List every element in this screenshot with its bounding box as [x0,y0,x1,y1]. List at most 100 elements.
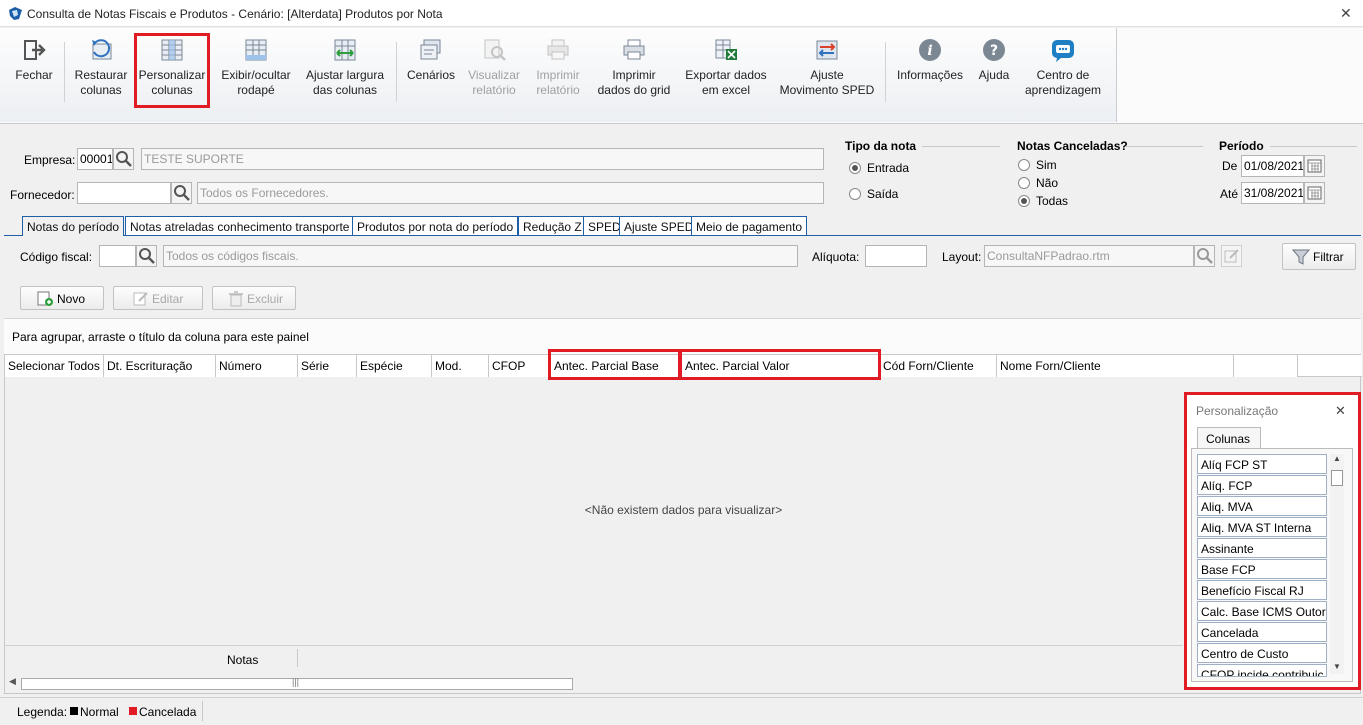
date-to-input[interactable]: 31/08/2021 [1241,182,1304,204]
svg-text:i: i [927,43,932,59]
column-header[interactable]: Dt. Escrituração [104,355,216,377]
column-header[interactable]: Série [298,355,357,377]
date-to-picker[interactable] [1304,182,1325,204]
date-from-input[interactable]: 01/08/2021 [1241,155,1304,177]
sim-radio[interactable] [1018,159,1030,171]
empresa-code-input[interactable]: 00001 [77,148,113,170]
list-item[interactable]: Base FCP [1197,559,1327,579]
column-header[interactable]: Selecionar Todos [5,355,104,377]
column-header-blank[interactable] [1234,355,1298,377]
tab-notas-periodo[interactable]: Notas do período [22,216,125,236]
novo-button[interactable]: Novo [20,286,104,310]
scroll-thumb[interactable]: ||| [21,677,573,690]
date-from-picker[interactable] [1304,155,1325,177]
column-header[interactable]: Nome Forn/Cliente [997,355,1234,377]
scroll-down-icon[interactable]: ▼ [1333,662,1341,671]
title-bar: Consulta de Notas Fiscais e Produtos - C… [0,0,1363,27]
codigo-fiscal-input[interactable] [99,245,136,267]
todas-radio[interactable] [1018,195,1030,207]
layout-edit-button[interactable] [1221,245,1242,267]
fornecedor-label: Fornecedor: [10,188,75,202]
legend-label: Legenda: [17,705,68,719]
grip-icon: ||| [292,677,300,687]
list-item[interactable]: Assinante [1197,538,1327,558]
nao-radio[interactable] [1018,177,1030,189]
fornecedor-name-field: Todos os Fornecedores. [197,182,824,204]
column-header[interactable]: Número [216,355,298,377]
aliquota-input[interactable] [865,245,927,267]
imprimir-rel-label-2: relatório [536,83,580,97]
tab-ajuste-sped[interactable]: Ajuste SPED [619,216,699,236]
exibir-rodape-button[interactable]: Exibir/ocultar rodapé [214,34,298,110]
excel-export-icon [715,39,737,60]
grid-footer: Notas [5,645,1183,669]
scroll-thumb[interactable] [1331,470,1343,486]
tab-meio-pagamento[interactable]: Meio de pagamento [691,216,808,236]
list-item[interactable]: Aliq. MVA ST Interna [1197,517,1327,537]
imprimir-relatorio-button[interactable]: Imprimir relatório [528,34,588,110]
fechar-button[interactable]: Fechar [8,34,60,110]
scroll-up-icon[interactable]: ▲ [1333,454,1341,463]
list-item[interactable]: Calc. Base ICMS Outorg [1197,601,1327,621]
horizontal-scrollbar[interactable]: ◀ ||| [5,673,1185,693]
ajustar-largura-button[interactable]: Ajustar largura das colunas [302,34,388,110]
saida-radio[interactable] [849,188,861,200]
fornecedor-search-button[interactable] [171,182,192,204]
codigo-search-button[interactable] [136,245,157,267]
highlight-antec-base [548,349,682,380]
edit-icon [1224,249,1239,263]
ajuda-button[interactable]: ? Ajuda [974,34,1014,110]
scroll-left-icon[interactable]: ◀ [9,676,16,687]
vertical-scrollbar[interactable]: ▲ ▼ [1330,454,1344,674]
group-hint: Para agrupar, arraste o título da coluna… [12,330,309,344]
ajuste-sped-button[interactable]: Ajuste Movimento SPED [778,34,876,110]
exportar-excel-button[interactable]: Exportar dados em excel [682,34,770,110]
close-icon[interactable]: ✕ [1335,403,1346,419]
list-item[interactable]: Alíq. FCP [1197,475,1327,495]
layout-label: Layout: [942,250,982,264]
list-item[interactable]: CFOP incide contribuiç [1197,664,1327,677]
print-grid-icon [623,39,645,60]
trash-icon [229,291,243,307]
empresa-search-button[interactable] [113,148,134,170]
tab-colunas[interactable]: Colunas [1197,427,1261,449]
informacoes-button[interactable]: i Informações [892,34,968,110]
informacoes-label: Informações [896,68,964,82]
ribbon-divider [64,42,65,102]
editar-button[interactable]: Editar [113,286,203,310]
status-divider [202,701,203,721]
cenarios-button[interactable]: Cenários [402,34,460,110]
entrada-radio[interactable] [849,162,861,174]
column-header[interactable]: Espécie [357,355,432,377]
empty-message: <Não existem dados para visualizar> [584,503,783,517]
footer-notas-label: Notas [227,653,259,667]
column-header[interactable]: Mod. [432,355,489,377]
list-item[interactable]: Centro de Custo [1197,643,1327,663]
printer-icon [547,39,569,60]
filtrar-button[interactable]: Filtrar [1282,243,1356,270]
list-item[interactable]: Alíq FCP ST [1197,454,1327,474]
codigo-fiscal-label: Código fiscal: [20,250,93,264]
todas-label: Todas [1036,194,1069,208]
list-item[interactable]: Benefício Fiscal RJ [1197,580,1327,600]
tab-notas-atreladas[interactable]: Notas atreladas conhecimento transporte [125,216,355,236]
column-header[interactable]: CFOP [489,355,549,377]
restaurar-colunas-button[interactable]: Restaurar colunas [70,34,132,110]
list-item[interactable]: Cancelada [1197,622,1327,642]
tab-produtos-por-nota[interactable]: Produtos por nota do período [352,216,519,236]
tab-reducao-z[interactable]: Redução Z [518,216,587,236]
legend-normal-swatch [70,707,78,715]
visualizar-relatorio-button[interactable]: Visualizar relatório [464,34,524,110]
fechar-label: Fechar [15,68,53,82]
tipo-nota-title: Tipo da nota [845,139,917,153]
close-icon[interactable]: ✕ [1340,5,1352,22]
imprimir-grid-button[interactable]: Imprimir dados do grid [594,34,674,110]
legend-normal: Normal [80,705,119,719]
list-item[interactable]: Aliq. MVA [1197,496,1327,516]
fornecedor-code-input[interactable] [77,182,171,204]
layout-search-button[interactable] [1194,245,1215,267]
status-bar: Legenda: Normal Cancelada [0,697,1363,725]
column-header[interactable]: Cód Forn/Cliente [880,355,997,377]
centro-aprendizagem-button[interactable]: Centro de aprendizagem [1020,34,1106,110]
excluir-button[interactable]: Excluir [212,286,296,310]
